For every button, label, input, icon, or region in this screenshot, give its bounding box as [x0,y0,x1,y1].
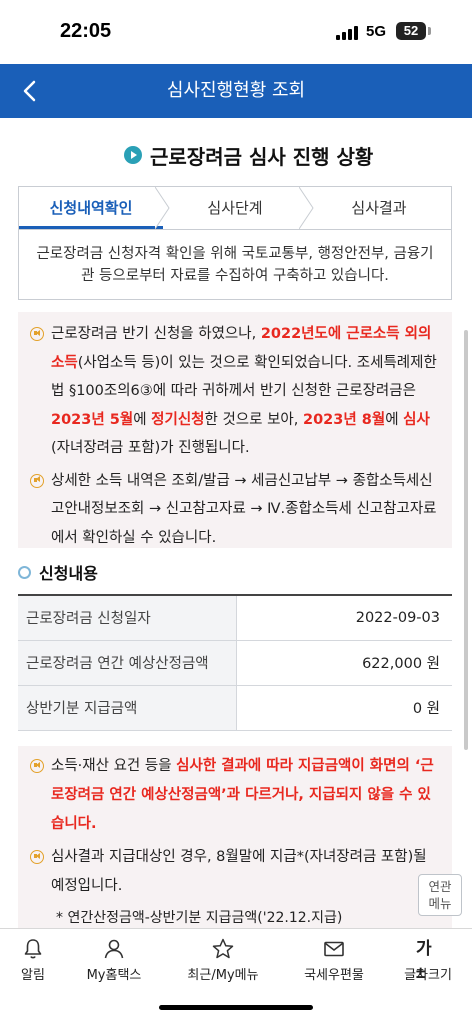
notice-text-part: 한 것으로 보아, [204,411,303,428]
status-bar: 22:05 5G 52 [0,0,472,64]
tab-description: 근로장려금 신청자격 확인을 위해 국토교통부, 행정안전부, 금융기관 등으로… [18,230,452,300]
notice-text: 소득·재산 요건 등을 심사한 결과에 따라 지급금액이 화면의 ‘근로장려금 … [51,752,442,839]
notice-item: 근로장려금 반기 신청을 하였으나, 2022년도에 근로소득 외의 소득(사업… [30,320,442,463]
tab-divider-icon [155,187,170,229]
battery-cap [428,27,431,35]
battery-icon: 52 [396,22,426,40]
tab-divider-icon [299,187,314,229]
notice-highlight: 정기신청 [151,411,205,428]
notice-item: 소득·재산 요건 등을 심사한 결과에 따라 지급금액이 화면의 ‘근로장려금 … [30,752,442,839]
related-label-1: 연관 [428,879,452,894]
notice-text: 심사결과 지급대상인 경우, 8월말에 지급*(자녀장려금 포함)될 예정입니다… [51,849,427,894]
speaker-icon [30,759,44,773]
speaker-icon [30,850,44,864]
application-table: 근로장려금 신청일자 2022-09-03 근로장려금 연간 예상산정금액 62… [18,594,452,731]
app-header: 심사진행현황 조회 [0,64,472,118]
bottom-nav: 알림 My홈택스 최근/My메뉴 국세우편물 가± 글자크기 [0,928,472,988]
tab-label: 심사단계 [207,199,263,217]
notice-text: 근로장려금 반기 신청을 하였으나, 2022년도에 근로소득 외의 소득(사업… [51,320,442,463]
nav-label: My홈택스 [86,968,142,983]
application-section-title: 신청내용 [18,556,98,588]
play-circle-icon [124,146,142,164]
bell-icon [24,939,42,959]
notice-highlight: 2023년 8월 [303,411,386,428]
related-label-2: 메뉴 [428,896,452,911]
row-label: 상반기분 지급금액 [18,685,237,731]
related-menu-button[interactable]: 연관 메뉴 [418,874,462,916]
nav-item-font-size[interactable]: 가± 글자크기 [384,929,472,989]
notice-box: 근로장려금 반기 신청을 하였으나, 2022년도에 근로소득 외의 소득(사업… [18,312,452,548]
notice-text-part: 근로장려금 반기 신청을 하였으나, [51,326,261,342]
network-label: 5G [366,23,387,40]
row-label: 근로장려금 신청일자 [18,595,237,641]
row-label: 근로장려금 연간 예상산정금액 [18,640,237,686]
star-icon [212,938,234,959]
tab-label: 신청내역확인 [49,199,133,217]
section-title-text: 근로장려금 심사 진행 상황 [150,144,374,169]
tab-review-result[interactable]: 심사결과 [307,187,451,229]
back-button[interactable] [10,70,50,112]
notice-text-part: (자녀장려금 포함)가 진행됩니다. [51,440,250,456]
notice-text-part: 에 [385,411,404,428]
table-row: 근로장려금 신청일자 2022-09-03 [18,595,452,641]
notice-item: 심사결과 지급대상인 경우, 8월말에 지급*(자녀장려금 포함)될 예정입니다… [30,843,442,901]
table-row: 상반기분 지급금액 0 원 [18,685,452,731]
page-title: 심사진행현황 조회 [166,80,306,101]
tab-review-stage[interactable]: 심사단계 [163,187,314,229]
table-row: 근로장려금 연간 예상산정금액 622,000 원 [18,640,452,686]
notice-text-part: 소득·재산 요건 등을 [51,758,177,774]
tab-label: 심사결과 [351,199,407,217]
notice-item: 상세한 소득 내역은 조회/발급 → 세금신고납부 → 종합소득세신고안내정보조… [30,467,442,553]
signal-icon [336,26,360,40]
nav-item-recent-my-menu[interactable]: 최근/My메뉴 [162,929,284,989]
notice-text-part: (사업소득 등)이 있는 것으로 확인되었습니다. 조세특례제한법 §100조의… [51,354,437,400]
nav-item-tax-mail[interactable]: 국세우편물 [284,929,384,989]
notice-text-part: 에 [133,411,152,428]
status-time: 22:05 [60,20,112,42]
home-indicator [159,1005,313,1010]
notice-box-2: 소득·재산 요건 등을 심사한 결과에 따라 지급금액이 화면의 ‘근로장려금 … [18,746,452,930]
tab-application-review[interactable]: 신청내역확인 [19,187,170,229]
step-tabs: 신청내역확인 심사단계 심사결과 [18,186,452,230]
person-icon [104,939,124,959]
scrollbar[interactable] [464,330,468,750]
section-title: 근로장려금 심사 진행 상황 [124,138,373,172]
row-value: 2022-09-03 [236,595,452,641]
notice-highlight: 2023년 5월 [51,411,134,428]
nav-label: 알림 [21,968,45,983]
font-size-icon: 가± [416,939,432,982]
speaker-icon [30,327,44,341]
row-value: 0 원 [236,685,452,731]
nav-label: 최근/My메뉴 [187,968,259,983]
nav-label: 국세우편물 [304,968,364,983]
notice-text: 상세한 소득 내역은 조회/발급 → 세금신고납부 → 종합소득세신고안내정보조… [51,472,437,546]
application-title: 신청내용 [39,564,98,583]
ring-icon [18,565,31,579]
speaker-icon [30,473,44,488]
nav-item-my-hometax[interactable]: My홈택스 [66,929,162,989]
mail-icon [324,941,344,957]
row-value: 622,000 원 [236,640,452,686]
nav-label: 글자크기 [404,968,452,983]
notice-highlight: 심사 [403,411,430,428]
nav-item-alerts[interactable]: 알림 [0,929,66,989]
chevron-left-icon [23,80,36,102]
